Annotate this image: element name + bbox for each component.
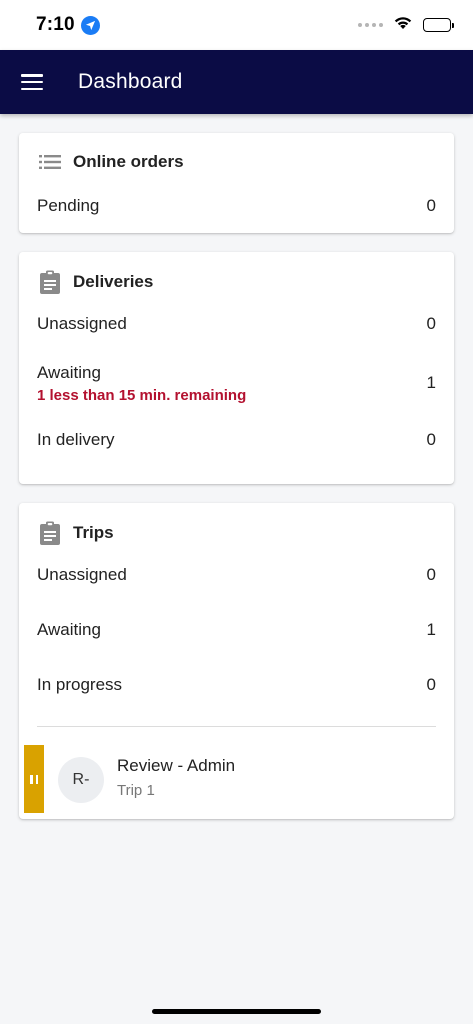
location-arrow-icon [80,15,100,35]
row-label: In delivery [37,430,115,449]
page-title: Dashboard [78,70,183,93]
row-label: Awaiting [37,620,101,639]
row-count: 0 [426,314,436,333]
row-count: 1 [426,373,436,392]
deliveries-in-delivery-row[interactable]: In delivery 0 [19,428,454,452]
row-label: In progress [37,675,123,694]
battery-icon [423,18,454,32]
deliveries-unassigned-row[interactable]: Unassigned 0 [19,312,454,336]
signal-icon [358,23,383,27]
row-count: 0 [426,430,436,449]
trips-title: Trips [73,523,114,542]
deliveries-warning-text: 1 less than 15 min. remaining [37,386,247,404]
clipboard-icon [37,520,63,546]
row-count: 0 [426,196,436,215]
pause-icon [30,774,38,784]
trip-status-indicator [24,745,44,813]
wifi-icon [393,15,413,35]
app-bar: Dashboard [0,50,473,114]
online-orders-header: Online orders [19,133,454,191]
trip-name: Review - Admin [117,756,236,775]
row-count: 0 [426,565,436,584]
list-icon [37,149,63,175]
trips-card: Trips Unassigned 0 Awaiting 1 In progres… [19,503,454,819]
trip-subtitle: Trip 1 [117,782,155,799]
row-count: 0 [426,675,436,694]
row-count: 1 [426,620,436,639]
trips-header: Trips [19,503,454,563]
online-orders-title: Online orders [73,152,184,171]
row-stack: Awaiting 1 less than 15 min. remaining [37,363,246,404]
status-bar: 7:10 [0,0,473,50]
row-label: Unassigned [37,565,127,584]
hamburger-menu-icon[interactable] [0,50,64,114]
clipboard-icon [37,269,63,295]
online-orders-pending-row[interactable]: Pending 0 [19,191,454,221]
status-left: 7:10 [36,14,100,36]
trips-in-progress-row[interactable]: In progress 0 [19,673,454,697]
trips-unassigned-row[interactable]: Unassigned 0 [19,563,454,587]
online-orders-card: Online orders Pending 0 [19,133,454,233]
trip-list-item[interactable]: R- Review - Admin Trip 1 [19,726,454,818]
trips-awaiting-row[interactable]: Awaiting 1 [19,618,454,642]
avatar: R- [58,757,104,803]
deliveries-header: Deliveries [19,252,454,312]
row-label: Unassigned [37,314,127,333]
row-label: Pending [37,196,100,215]
row-label: Awaiting [37,362,101,382]
trip-text: Review - Admin Trip 1 [117,756,235,799]
home-indicator [152,1009,321,1014]
status-time: 7:10 [36,14,75,35]
deliveries-card: Deliveries Unassigned 0 Awaiting 1 less … [19,252,454,484]
deliveries-title: Deliveries [73,272,154,291]
status-right [358,15,454,35]
deliveries-awaiting-row[interactable]: Awaiting 1 less than 15 min. remaining 1 [19,350,454,416]
